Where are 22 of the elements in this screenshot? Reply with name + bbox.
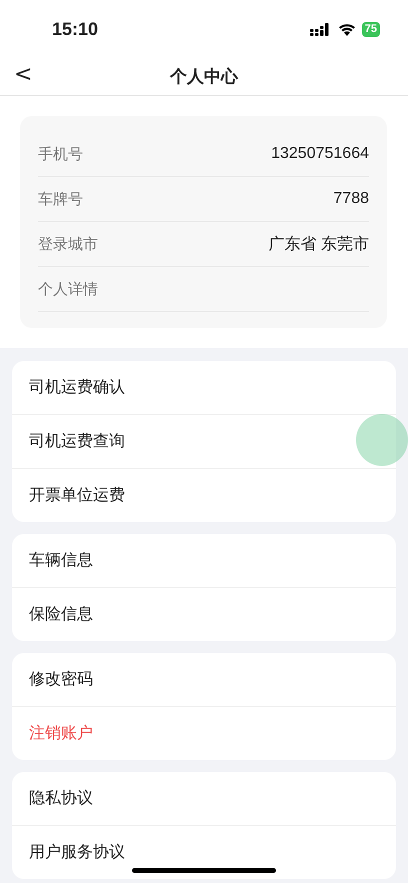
- floating-button[interactable]: [356, 414, 408, 466]
- field-value: 13250751664: [271, 145, 369, 163]
- menu-item[interactable]: 用户服务协议: [12, 826, 396, 879]
- menu-item[interactable]: 司机运费确认: [12, 361, 396, 415]
- page-title: 个人中心: [170, 66, 238, 88]
- menu-item[interactable]: 车辆信息: [12, 534, 396, 588]
- menu-item[interactable]: 司机运费查询: [12, 415, 396, 469]
- menu-item[interactable]: 保险信息: [12, 588, 396, 641]
- battery-icon: 75: [362, 22, 380, 36]
- field-label: 手机号: [38, 144, 83, 164]
- menu-item[interactable]: 隐私协议: [12, 772, 396, 826]
- menu-item[interactable]: 注销账户: [12, 707, 396, 760]
- menu-item[interactable]: 开票单位运费: [12, 469, 396, 522]
- field-value: 7788: [333, 190, 369, 208]
- field-label: 个人详情: [38, 280, 98, 298]
- menu-item[interactable]: 修改密码: [12, 653, 396, 707]
- field-label: 车牌号: [38, 190, 83, 208]
- wifi-icon: [338, 22, 356, 36]
- status-time: 15:10: [52, 18, 98, 40]
- back-button[interactable]: <: [14, 62, 32, 88]
- field-label: 登录城市: [38, 234, 98, 254]
- field-value: 广东省 东莞市: [268, 234, 369, 254]
